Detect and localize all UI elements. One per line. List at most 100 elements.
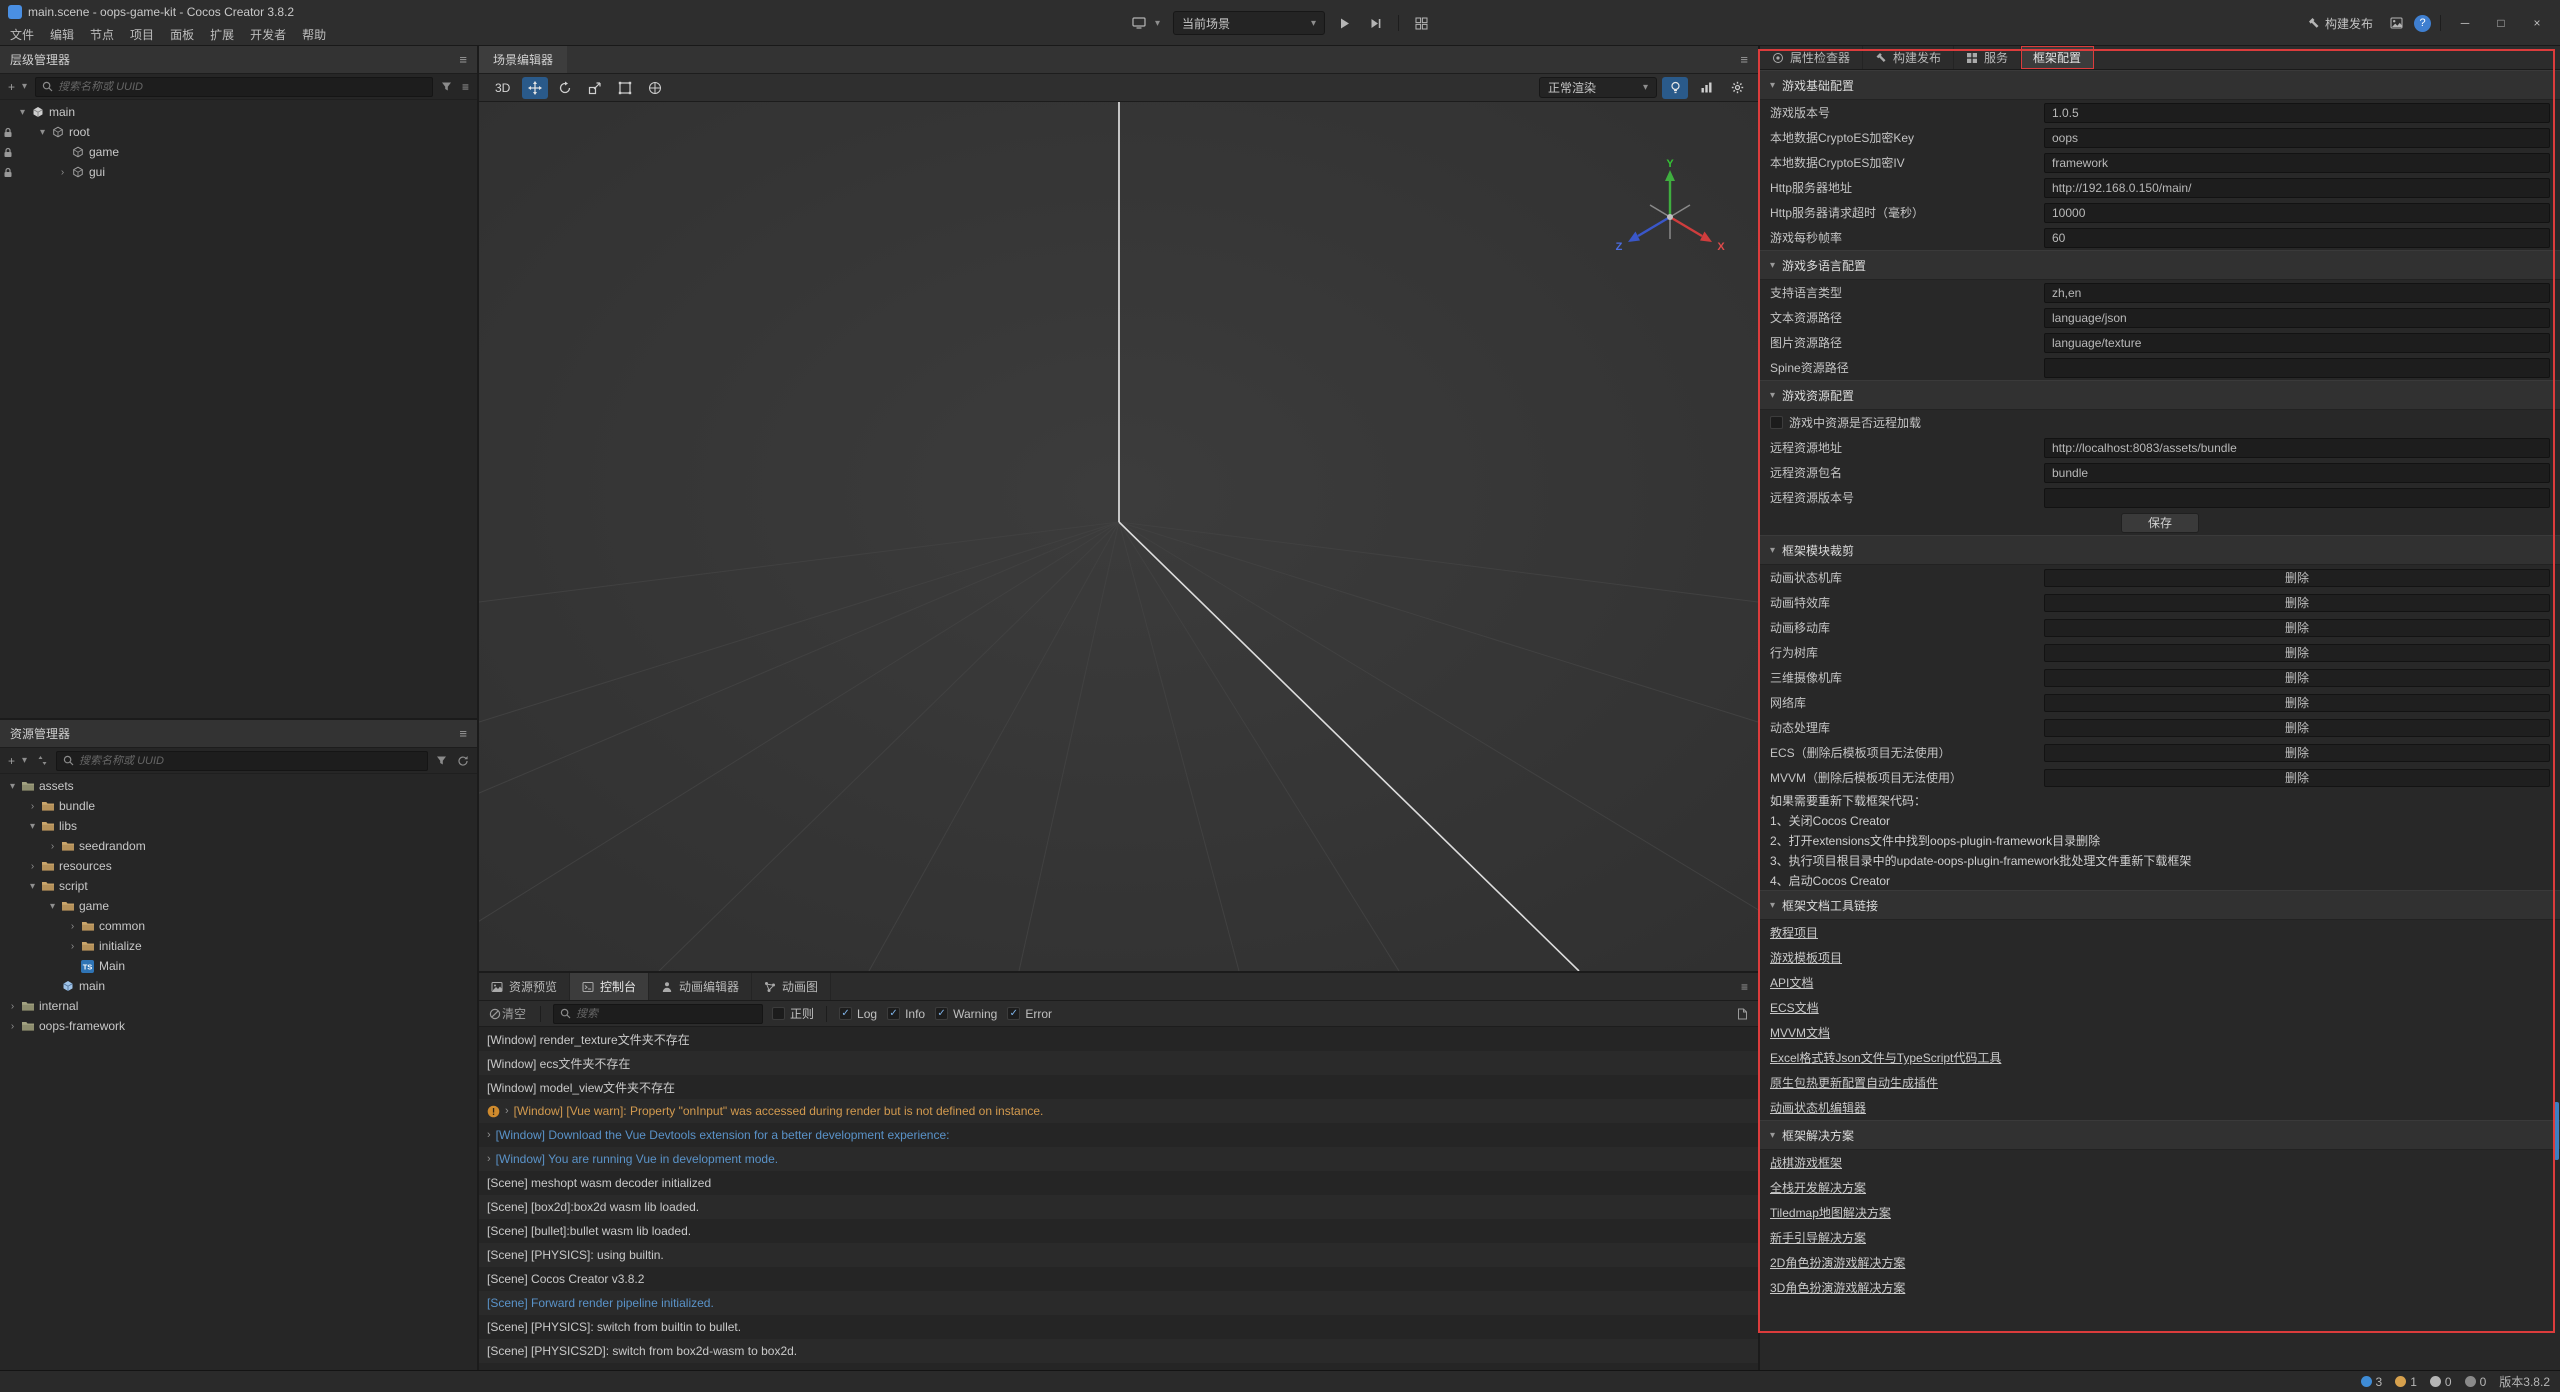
asset-node-row[interactable]: ›internal [0, 996, 477, 1016]
inspector-tab[interactable]: 服务 [1954, 46, 2021, 69]
asset-node-row[interactable]: ›initialize [0, 936, 477, 956]
console-tab[interactable]: 动画图 [752, 973, 831, 1000]
inspector-tab[interactable]: 构建发布 [1863, 46, 1954, 69]
delete-module-button[interactable]: 删除 [2044, 769, 2550, 787]
build-publish-button[interactable]: 构建发布 [2301, 11, 2379, 36]
menu-item[interactable]: 面板 [162, 26, 202, 43]
property-input[interactable]: http://192.168.0.150/main/ [2044, 178, 2550, 198]
scene-canvas[interactable] [479, 102, 1758, 971]
doc-link[interactable]: 战棋游戏框架 [1770, 1154, 1842, 1171]
expand-chevron-icon[interactable]: › [487, 1153, 491, 1165]
delete-module-button[interactable]: 删除 [2044, 694, 2550, 712]
property-input[interactable]: bundle [2044, 463, 2550, 483]
arrow-collapsed-icon[interactable]: › [56, 167, 69, 178]
step-button[interactable] [1364, 14, 1387, 33]
arrow-expanded-icon[interactable]: ▾ [46, 901, 59, 912]
doc-link[interactable]: MVVM文档 [1770, 1024, 1830, 1041]
doc-link[interactable]: 全栈开发解决方案 [1770, 1179, 1866, 1196]
delete-module-button[interactable]: 删除 [2044, 619, 2550, 637]
menu-item[interactable]: 编辑 [42, 26, 82, 43]
log-row[interactable]: [Scene] [PHYSICS2D]: switch from box2d-w… [479, 1339, 1758, 1363]
doc-link[interactable]: Tiledmap地图解决方案 [1770, 1204, 1891, 1221]
property-input[interactable]: http://localhost:8083/assets/bundle [2044, 438, 2550, 458]
asset-node-row[interactable]: ▾libs [0, 816, 477, 836]
arrow-expanded-icon[interactable]: ▾ [16, 107, 29, 118]
menu-item[interactable]: 节点 [82, 26, 122, 43]
scene-settings-button[interactable] [1724, 77, 1750, 99]
property-input[interactable] [2044, 488, 2550, 508]
filter-warning-toggle[interactable]: ✓Warning [935, 1007, 997, 1021]
doc-link[interactable]: Excel格式转Json文件与TypeScript代码工具 [1770, 1049, 2001, 1066]
doc-link[interactable]: 教程项目 [1770, 924, 1818, 941]
asset-node-row[interactable]: main [0, 976, 477, 996]
expand-chevron-icon[interactable]: › [505, 1105, 509, 1117]
property-input[interactable]: framework [2044, 153, 2550, 173]
arrow-collapsed-icon[interactable]: › [6, 1021, 19, 1032]
delete-module-button[interactable]: 删除 [2044, 644, 2550, 662]
section-header[interactable]: ▾框架解决方案 [1760, 1120, 2560, 1150]
arrow-collapsed-icon[interactable]: › [66, 941, 79, 952]
rect-tool-button[interactable] [612, 77, 638, 99]
log-row[interactable]: ›[Window] [Vue warn]: Property "onInput"… [479, 1099, 1758, 1123]
console-searchbox[interactable] [553, 1004, 763, 1024]
hierarchy-node-row[interactable]: ▾main [0, 102, 477, 122]
filter-info-toggle[interactable]: ✓Info [887, 1007, 925, 1021]
log-row[interactable]: [Window] ecs文件夹不存在 [479, 1051, 1758, 1075]
status-notice-count[interactable]: 0 [2465, 1375, 2487, 1389]
doc-link[interactable]: 动画状态机编辑器 [1770, 1099, 1866, 1116]
property-input[interactable]: oops [2044, 128, 2550, 148]
delete-module-button[interactable]: 删除 [2044, 594, 2550, 612]
expand-chevron-icon[interactable]: › [487, 1129, 491, 1141]
asset-node-row[interactable]: ›bundle [0, 796, 477, 816]
console-tab[interactable]: 动画编辑器 [649, 973, 752, 1000]
hierarchy-list-button[interactable]: ≡ [460, 78, 471, 96]
minimize-button[interactable]: ─ [2450, 11, 2480, 35]
log-row[interactable]: [Scene] [PHYSICS]: switch from builtin t… [479, 1315, 1758, 1339]
assets-searchbox[interactable] [56, 751, 428, 771]
hierarchy-node-row[interactable]: ›gui [0, 162, 477, 182]
maximize-button[interactable]: □ [2486, 11, 2516, 35]
status-log-count[interactable]: 3 [2361, 1375, 2383, 1389]
asset-node-row[interactable]: ›seedrandom [0, 836, 477, 856]
scene-stats-button[interactable] [1693, 77, 1719, 99]
arrow-collapsed-icon[interactable]: › [26, 861, 39, 872]
log-row[interactable]: [Window] render_texture文件夹不存在 [479, 1027, 1758, 1051]
arrow-collapsed-icon[interactable]: › [66, 921, 79, 932]
assets-sort-button[interactable] [35, 753, 50, 768]
scene-menu-icon[interactable]: ≡ [1740, 52, 1758, 67]
assets-refresh-button[interactable] [455, 753, 471, 769]
remote-load-checkbox[interactable] [1770, 416, 1783, 429]
scale-tool-button[interactable] [582, 77, 608, 99]
asset-node-row[interactable]: ›common [0, 916, 477, 936]
property-input[interactable]: language/texture [2044, 333, 2550, 353]
delete-module-button[interactable]: 删除 [2044, 569, 2550, 587]
move-tool-button[interactable] [522, 77, 548, 99]
property-input[interactable] [2044, 358, 2550, 378]
filter-error-toggle[interactable]: ✓Error [1007, 1007, 1052, 1021]
section-header[interactable]: ▾游戏资源配置 [1760, 380, 2560, 410]
doc-link[interactable]: API文档 [1770, 974, 1813, 991]
log-row[interactable]: [Scene] Forward render pipeline initiali… [479, 1291, 1758, 1315]
asset-node-row[interactable]: ▾script [0, 876, 477, 896]
menu-item[interactable]: 帮助 [294, 26, 334, 43]
asset-node-row[interactable]: ›oops-framework [0, 1016, 477, 1036]
arrow-collapsed-icon[interactable]: › [6, 1001, 19, 1012]
delete-module-button[interactable]: 删除 [2044, 669, 2550, 687]
transform-tool-button[interactable] [642, 77, 668, 99]
help-button[interactable]: ? [2414, 15, 2431, 32]
status-warning-count[interactable]: 1 [2395, 1375, 2417, 1389]
assets-menu-icon[interactable]: ≡ [459, 726, 467, 741]
regex-toggle[interactable]: 正则 [772, 1005, 814, 1022]
open-log-file-button[interactable] [1735, 1006, 1750, 1022]
delete-module-button[interactable]: 删除 [2044, 719, 2550, 737]
menu-item[interactable]: 文件 [2, 26, 42, 43]
doc-link[interactable]: 原生包热更新配置自动生成插件 [1770, 1074, 1938, 1091]
arrow-expanded-icon[interactable]: ▾ [26, 881, 39, 892]
light-toggle-button[interactable] [1662, 77, 1688, 99]
assets-filter-button[interactable] [434, 753, 449, 768]
section-header[interactable]: ▾框架文档工具链接 [1760, 890, 2560, 920]
add-node-button[interactable]: +▾ [6, 78, 29, 96]
filter-log-toggle[interactable]: ✓Log [839, 1007, 877, 1021]
hierarchy-filter-button[interactable] [439, 79, 454, 94]
console-tab[interactable]: 资源预览 [479, 973, 570, 1000]
